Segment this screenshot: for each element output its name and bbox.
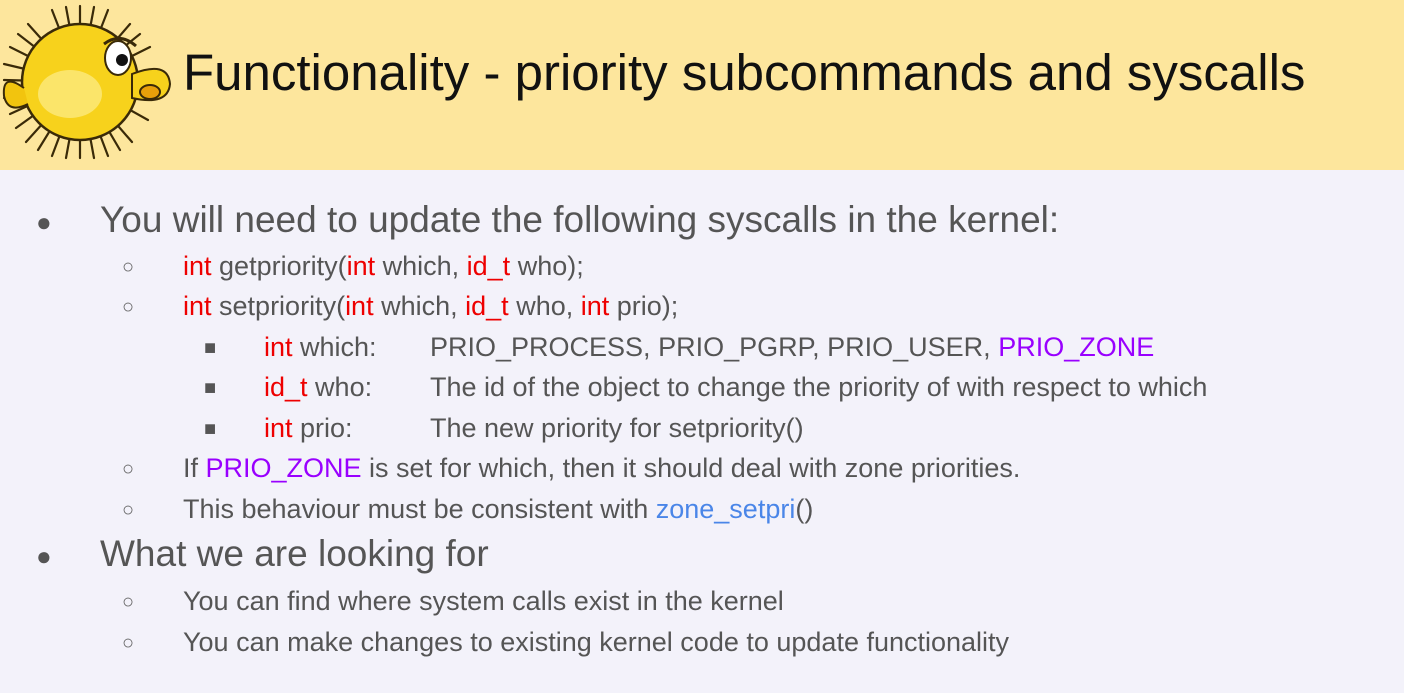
- code-text: which,: [375, 251, 467, 281]
- sub-sub-bullet-marker: ■: [204, 337, 217, 359]
- prio-zone-constant: PRIO_ZONE: [205, 453, 362, 483]
- param-description: The new priority for setpriority(): [430, 413, 804, 443]
- code-text: who,: [508, 291, 581, 321]
- param-name: prio:: [292, 413, 353, 443]
- bullet-marker: ●: [36, 541, 52, 571]
- slide: Functionality - priority subcommands and…: [0, 0, 1404, 693]
- sub-bullet-marker: ○: [122, 591, 135, 613]
- slide-title: Functionality - priority subcommands and…: [183, 44, 1306, 101]
- consistency-note: This behaviour must be consistent with z…: [183, 491, 813, 527]
- sub-bullet-marker: ○: [122, 256, 135, 278]
- pufferfish-mascot-icon: [2, 4, 172, 160]
- code-text: getpriority(: [211, 251, 347, 281]
- looking-for-item: You can find where system calls exist in…: [183, 586, 784, 616]
- param-description: The id of the object to change the prior…: [430, 372, 1208, 402]
- slide-content: ● You will need to update the following …: [0, 170, 1404, 693]
- sub-bullet-marker: ○: [122, 296, 135, 318]
- type-keyword: id_t: [465, 291, 509, 321]
- note-text: If: [183, 453, 206, 483]
- type-keyword: int: [183, 251, 212, 281]
- note-text: This behaviour must be consistent with: [183, 494, 656, 524]
- type-keyword: id_t: [466, 251, 511, 281]
- sub-sub-bullet-marker: ■: [204, 377, 217, 399]
- param-which: int which: PRIO_PROCESS, PRIO_PGRP, PRIO…: [264, 329, 1154, 365]
- zone-setpri-function: zone_setpri: [655, 494, 796, 524]
- param-type: int: [264, 332, 293, 362]
- type-keyword: int: [183, 291, 212, 321]
- sub-bullet-marker: ○: [122, 458, 135, 480]
- type-keyword: int: [346, 251, 376, 281]
- code-text: prio);: [609, 291, 679, 321]
- slide-header: Functionality - priority subcommands and…: [0, 0, 1404, 170]
- param-name: who:: [307, 372, 373, 402]
- bullet-syscalls-heading: You will need to update the following sy…: [100, 199, 1060, 240]
- sub-sub-bullet-marker: ■: [204, 418, 217, 440]
- sub-bullet-marker: ○: [122, 499, 135, 521]
- prio-zone-constant: PRIO_ZONE: [998, 332, 1155, 362]
- param-type: id_t: [264, 372, 308, 402]
- note-text: is set for which, then it should deal wi…: [361, 453, 1021, 483]
- code-text: which,: [373, 291, 466, 321]
- param-who: id_t who: The id of the object to change…: [264, 369, 1207, 405]
- prio-zone-note: If PRIO_ZONE is set for which, then it s…: [183, 450, 1020, 486]
- setpriority-signature: int setpriority(int which, id_t who, int…: [183, 288, 678, 324]
- type-keyword: int: [345, 291, 374, 321]
- param-type: int: [264, 413, 293, 443]
- bullet-looking-for-heading: What we are looking for: [100, 533, 489, 574]
- type-keyword: int: [580, 291, 610, 321]
- bullet-marker: ●: [36, 207, 52, 237]
- param-description: PRIO_PROCESS, PRIO_PGRP, PRIO_USER, PRIO…: [430, 329, 1154, 365]
- getpriority-signature: int getpriority(int which, id_t who);: [183, 248, 584, 284]
- note-text: (): [795, 494, 814, 524]
- param-prio: int prio: The new priority for setpriori…: [264, 410, 804, 446]
- looking-for-item: You can make changes to existing kernel …: [183, 627, 1010, 657]
- sub-bullet-marker: ○: [122, 632, 135, 654]
- code-text: who);: [510, 251, 584, 281]
- param-name: which:: [292, 332, 377, 362]
- param-desc-text: PRIO_PROCESS, PRIO_PGRP, PRIO_USER,: [430, 332, 999, 362]
- code-text: setpriority(: [211, 291, 346, 321]
